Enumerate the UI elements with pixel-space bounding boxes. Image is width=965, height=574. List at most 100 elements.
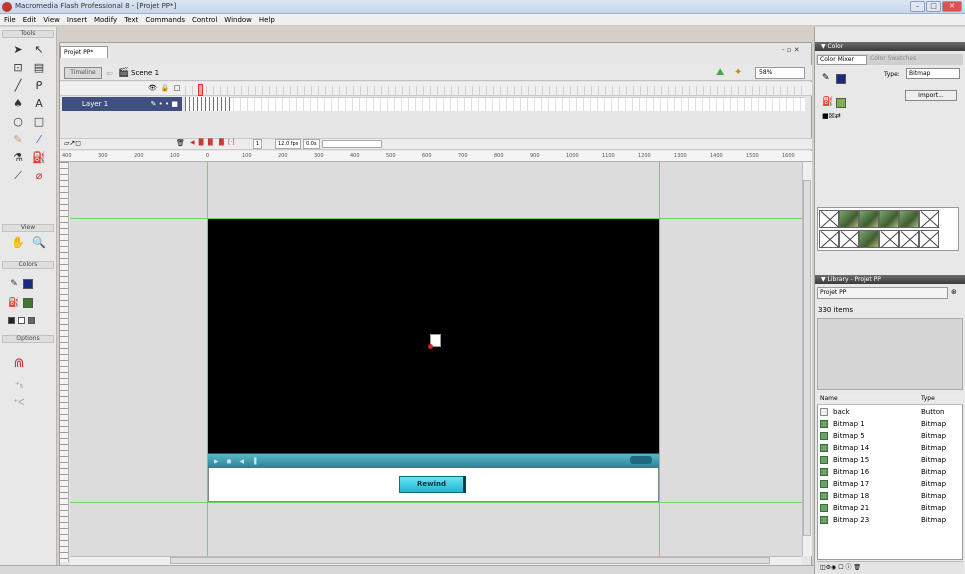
- library-item[interactable]: back Button: [817, 406, 963, 418]
- insert-layer-icon[interactable]: ▱↗◻: [64, 139, 81, 147]
- bitmap-thumb[interactable]: [899, 210, 919, 228]
- library-select[interactable]: Projet PP: [817, 287, 948, 299]
- pen-tool-icon[interactable]: ♠: [8, 95, 28, 112]
- volume-handle[interactable]: [630, 456, 652, 464]
- hand-tool-icon[interactable]: ✋: [8, 234, 28, 251]
- zoom-select[interactable]: 58%: [755, 67, 805, 79]
- mixer-stroke-swatch[interactable]: [836, 74, 846, 84]
- free-transform-icon[interactable]: ⊡: [8, 59, 28, 76]
- col-name[interactable]: Name: [820, 394, 838, 404]
- library-item[interactable]: Bitmap 14 Bitmap: [817, 442, 963, 454]
- menu-help[interactable]: Help: [259, 14, 275, 25]
- bitmap-thumb[interactable]: [879, 210, 899, 228]
- library-item[interactable]: Bitmap 15 Bitmap: [817, 454, 963, 466]
- layer-visibility-icons[interactable]: 👁🔒□: [148, 84, 184, 92]
- pin-library-icon[interactable]: ⊛: [951, 288, 957, 296]
- col-type[interactable]: Type: [921, 394, 935, 404]
- library-item[interactable]: Bitmap 16 Bitmap: [817, 466, 963, 478]
- property-inspector-collapsed[interactable]: [0, 565, 814, 574]
- bitmap-thumb[interactable]: [919, 210, 939, 228]
- library-item[interactable]: Bitmap 5 Bitmap: [817, 430, 963, 442]
- library-panel-header[interactable]: ▼ Library - Projet PP: [815, 275, 965, 284]
- mixer-fill-swatch[interactable]: [836, 98, 846, 108]
- document-window-controls[interactable]: - ▫ ✕: [782, 46, 800, 54]
- tab-color-mixer[interactable]: Color Mixer: [817, 55, 867, 65]
- text-tool-icon[interactable]: A: [29, 95, 49, 112]
- bitmap-fill-strip[interactable]: [817, 207, 959, 251]
- ink-bottle-icon[interactable]: ⚗: [8, 149, 28, 166]
- rectangle-tool-icon[interactable]: □: [29, 113, 49, 130]
- smooth-icon[interactable]: ⁺₅ ⁺ᐸ: [9, 378, 29, 408]
- library-item[interactable]: Bitmap 17 Bitmap: [817, 478, 963, 490]
- maximize-button[interactable]: □: [926, 1, 941, 12]
- delete-layer-icon[interactable]: 🗑: [176, 139, 185, 147]
- stage-hscroll-thumb[interactable]: [170, 557, 770, 564]
- edit-symbol-icon[interactable]: ✦: [734, 67, 742, 78]
- playhead[interactable]: [198, 84, 203, 96]
- bitmap-thumb[interactable]: [859, 210, 879, 228]
- video-control-bar[interactable]: [208, 453, 659, 468]
- color-panel-header[interactable]: ▼ Color: [815, 42, 965, 51]
- swap-colors-icon[interactable]: [28, 317, 35, 324]
- no-color-icon[interactable]: [18, 317, 25, 324]
- bitmap-thumb[interactable]: [919, 230, 939, 248]
- layer-row[interactable]: Layer 1 ✎ • • ■: [62, 97, 182, 111]
- eraser-icon[interactable]: ⌀: [29, 167, 49, 184]
- library-item[interactable]: Bitmap 21 Bitmap: [817, 502, 963, 514]
- library-item[interactable]: Bitmap 1 Bitmap: [817, 418, 963, 430]
- menu-control[interactable]: Control: [192, 14, 217, 25]
- menu-view[interactable]: View: [43, 14, 60, 25]
- mixer-options-icon[interactable]: ■☒⇄: [822, 112, 841, 120]
- menu-insert[interactable]: Insert: [67, 14, 87, 25]
- oval-tool-icon[interactable]: ○: [8, 113, 28, 130]
- bitmap-thumb[interactable]: [899, 230, 919, 248]
- snap-magnet-icon[interactable]: ⋒: [9, 355, 29, 372]
- frame-ruler[interactable]: [185, 86, 805, 96]
- bitmap-thumb[interactable]: [839, 230, 859, 248]
- subselection-icon[interactable]: ↖: [29, 41, 49, 58]
- fill-type-select[interactable]: Bitmap: [906, 68, 960, 79]
- close-button[interactable]: ✕: [942, 1, 962, 12]
- menu-modify[interactable]: Modify: [94, 14, 117, 25]
- bitmap-thumb[interactable]: [879, 230, 899, 248]
- bitmap-thumb[interactable]: [839, 210, 859, 228]
- keyframe-span[interactable]: [185, 97, 230, 111]
- stroke-color-swatch[interactable]: [23, 279, 33, 289]
- paint-bucket-icon[interactable]: ⛽: [29, 149, 49, 166]
- tab-color-swatches[interactable]: Color Swatches: [870, 55, 925, 65]
- bitmap-thumb[interactable]: [819, 210, 839, 228]
- movie-clip-icon[interactable]: [428, 334, 441, 349]
- brush-icon[interactable]: ⁄: [29, 131, 49, 148]
- playback-controls-icon[interactable]: ▶ ◼ ◀ ▐: [214, 458, 260, 465]
- zoom-tool-icon[interactable]: 🔍: [29, 234, 49, 251]
- lasso-icon[interactable]: ᑭ: [29, 77, 49, 94]
- layer-frames[interactable]: [185, 97, 805, 111]
- timeline-toggle-button[interactable]: Timeline: [64, 67, 102, 79]
- document-tab[interactable]: Projet PP*: [60, 46, 108, 58]
- back-arrow-icon[interactable]: ⇦: [106, 69, 113, 78]
- selection-arrow-icon[interactable]: ➤: [8, 41, 28, 58]
- edit-scene-icon[interactable]: ⛰: [716, 67, 724, 78]
- library-item[interactable]: Bitmap 18 Bitmap: [817, 490, 963, 502]
- guide-line[interactable]: [659, 162, 660, 556]
- line-tool-icon[interactable]: ╱: [8, 77, 28, 94]
- fill-color-swatch[interactable]: [23, 298, 33, 308]
- black-white-icon[interactable]: [8, 317, 15, 324]
- menu-commands[interactable]: Commands: [145, 14, 185, 25]
- guide-line[interactable]: [70, 502, 802, 503]
- mixer-stroke-icon[interactable]: ✎: [822, 73, 830, 83]
- menu-window[interactable]: Window: [224, 14, 252, 25]
- pencil-icon[interactable]: ✎: [8, 131, 28, 148]
- menu-text[interactable]: Text: [124, 14, 138, 25]
- menu-file[interactable]: File: [4, 14, 16, 25]
- bitmap-thumb[interactable]: [859, 230, 879, 248]
- center-frame-icon[interactable]: ◀ ▐▌▐▌ ▐▌ [·]: [190, 139, 235, 146]
- library-footer-icons[interactable]: ◫⚙◉ ☐ ⓘ 🗑: [820, 564, 861, 571]
- gradient-transform-icon[interactable]: ▤: [29, 59, 49, 76]
- stage-vscroll-thumb[interactable]: [803, 180, 811, 536]
- eyedropper-icon[interactable]: ⟋: [8, 167, 28, 184]
- library-item[interactable]: Bitmap 23 Bitmap: [817, 514, 963, 526]
- import-button[interactable]: Import...: [905, 90, 957, 101]
- bitmap-thumb[interactable]: [819, 230, 839, 248]
- timeline-scrollbar[interactable]: [322, 140, 382, 148]
